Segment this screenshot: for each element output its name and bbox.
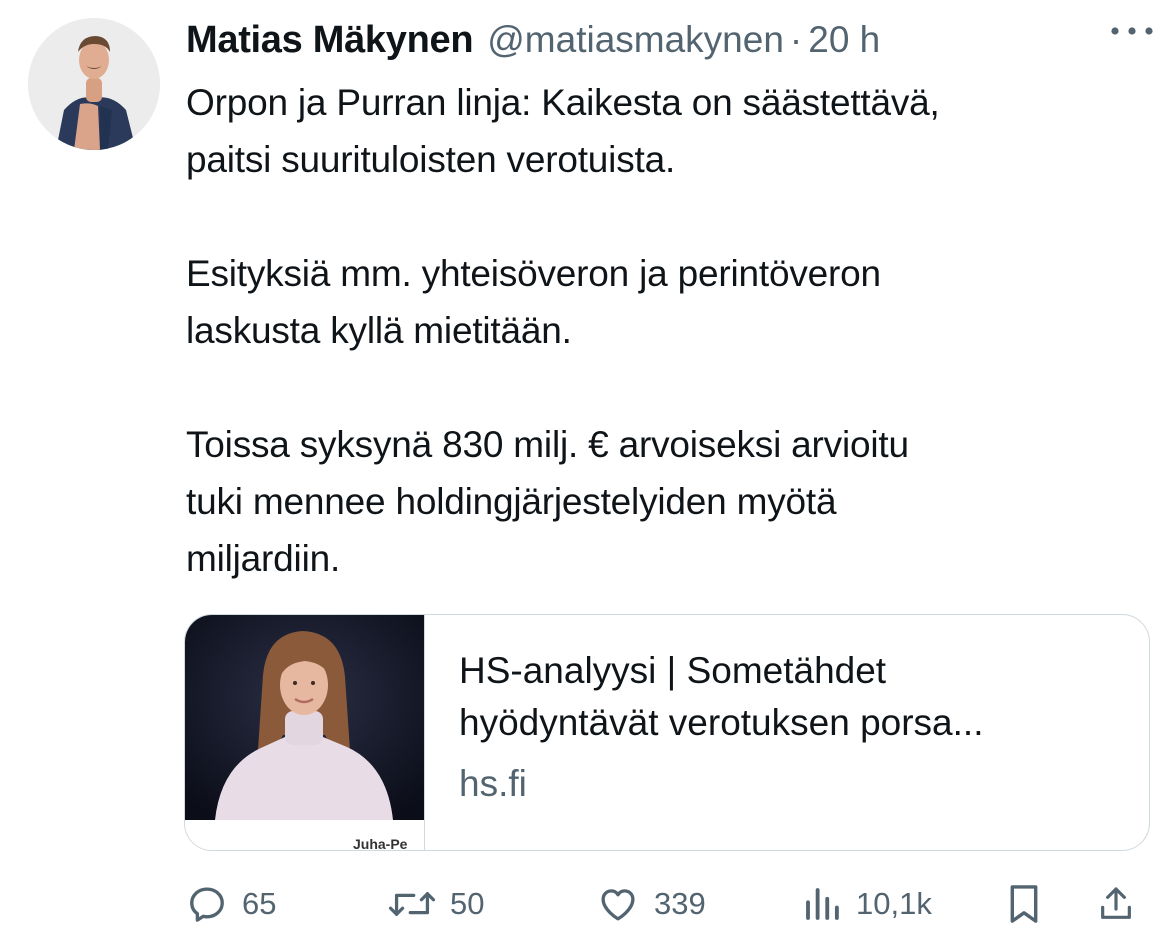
views-count: 10,1k — [856, 886, 932, 921]
bookmark-button[interactable] — [1006, 878, 1042, 930]
tweet-header: Matias Mäkynen @matiasmakynen · 20 h — [186, 12, 1143, 68]
heart-icon — [601, 889, 635, 921]
tweet-paragraph: Orpon ja Purran linja: Kaikesta on sääst… — [186, 74, 1146, 188]
card-domain: hs.fi — [459, 763, 527, 804]
tweet-line: laskusta kyllä mietitään. — [186, 310, 572, 351]
tweet-line: Toissa syksynä 830 milj. € arvoiseksi ar… — [186, 424, 909, 465]
tweet-line: paitsi suurituloisten verotuista. — [186, 139, 676, 180]
card-title: HS-analyysi | Sometähdet hyödyntävät ver… — [459, 645, 1115, 749]
author-name[interactable]: Matias Mäkynen — [186, 19, 474, 62]
tweet-paragraph: Toissa syksynä 830 milj. € arvoiseksi ar… — [186, 416, 1146, 587]
tweet-line: Orpon ja Purran linja: Kaikesta on sääst… — [186, 82, 940, 123]
reply-icon — [190, 887, 224, 922]
author-handle[interactable]: @matiasmakynen — [487, 19, 784, 61]
repost-button[interactable]: 50 — [388, 878, 484, 930]
avatar-photo — [28, 18, 160, 150]
tweet-line: Esityksiä mm. yhteisöveron ja perintöver… — [186, 253, 881, 294]
tweet-line: tuki mennee holdingjärjestelyiden myötä — [186, 481, 837, 522]
tweet-paragraph: Esityksiä mm. yhteisöveron ja perintöver… — [186, 245, 1146, 359]
card-title-line: HS-analyysi | Sometähdet — [459, 650, 887, 691]
avatar[interactable] — [28, 18, 160, 150]
like-count: 339 — [654, 886, 706, 921]
bookmark-icon — [1010, 885, 1038, 923]
card-thumbnail: Juha-Pe — [185, 615, 424, 850]
card-title-line: hyödyntävät verotuksen porsa... — [459, 702, 984, 743]
repost-count: 50 — [450, 886, 485, 921]
views-button[interactable]: 10,1k — [802, 878, 932, 930]
timestamp[interactable]: 20 h — [808, 19, 880, 61]
like-button[interactable]: 339 — [596, 878, 706, 930]
card-photo: Juha-Pe — [185, 615, 424, 850]
photo-caption: Juha-Pe — [353, 836, 408, 850]
more-horizontal-icon — [1111, 27, 1153, 35]
reply-button[interactable]: 65 — [186, 878, 276, 930]
action-bar: 65 50 339 10,1k — [186, 878, 1146, 930]
tweet-text: Orpon ja Purran linja: Kaikesta on sääst… — [186, 74, 1146, 587]
tweet-line: miljardiin. — [186, 538, 341, 579]
repost-icon — [388, 892, 436, 916]
share-icon — [1101, 887, 1131, 919]
link-card[interactable]: Juha-Pe HS-analyysi | Sometähdet hyödynt… — [184, 614, 1150, 851]
card-body: HS-analyysi | Sometähdet hyödyntävät ver… — [424, 615, 1149, 850]
views-icon — [806, 888, 839, 920]
share-button[interactable] — [1096, 878, 1136, 930]
more-options-button[interactable] — [1107, 16, 1157, 46]
separator-dot: · — [789, 19, 803, 60]
reply-count: 65 — [242, 886, 277, 921]
